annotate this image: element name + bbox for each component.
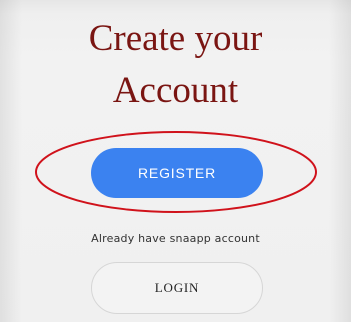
page-title-line-2: Account bbox=[112, 70, 239, 111]
login-button[interactable]: LOGIN bbox=[91, 262, 263, 314]
login-prompt-text: Already have snaapp account bbox=[91, 232, 260, 245]
register-button[interactable]: REGISTER bbox=[91, 148, 263, 198]
page-title-line-1: Create your bbox=[88, 18, 263, 59]
